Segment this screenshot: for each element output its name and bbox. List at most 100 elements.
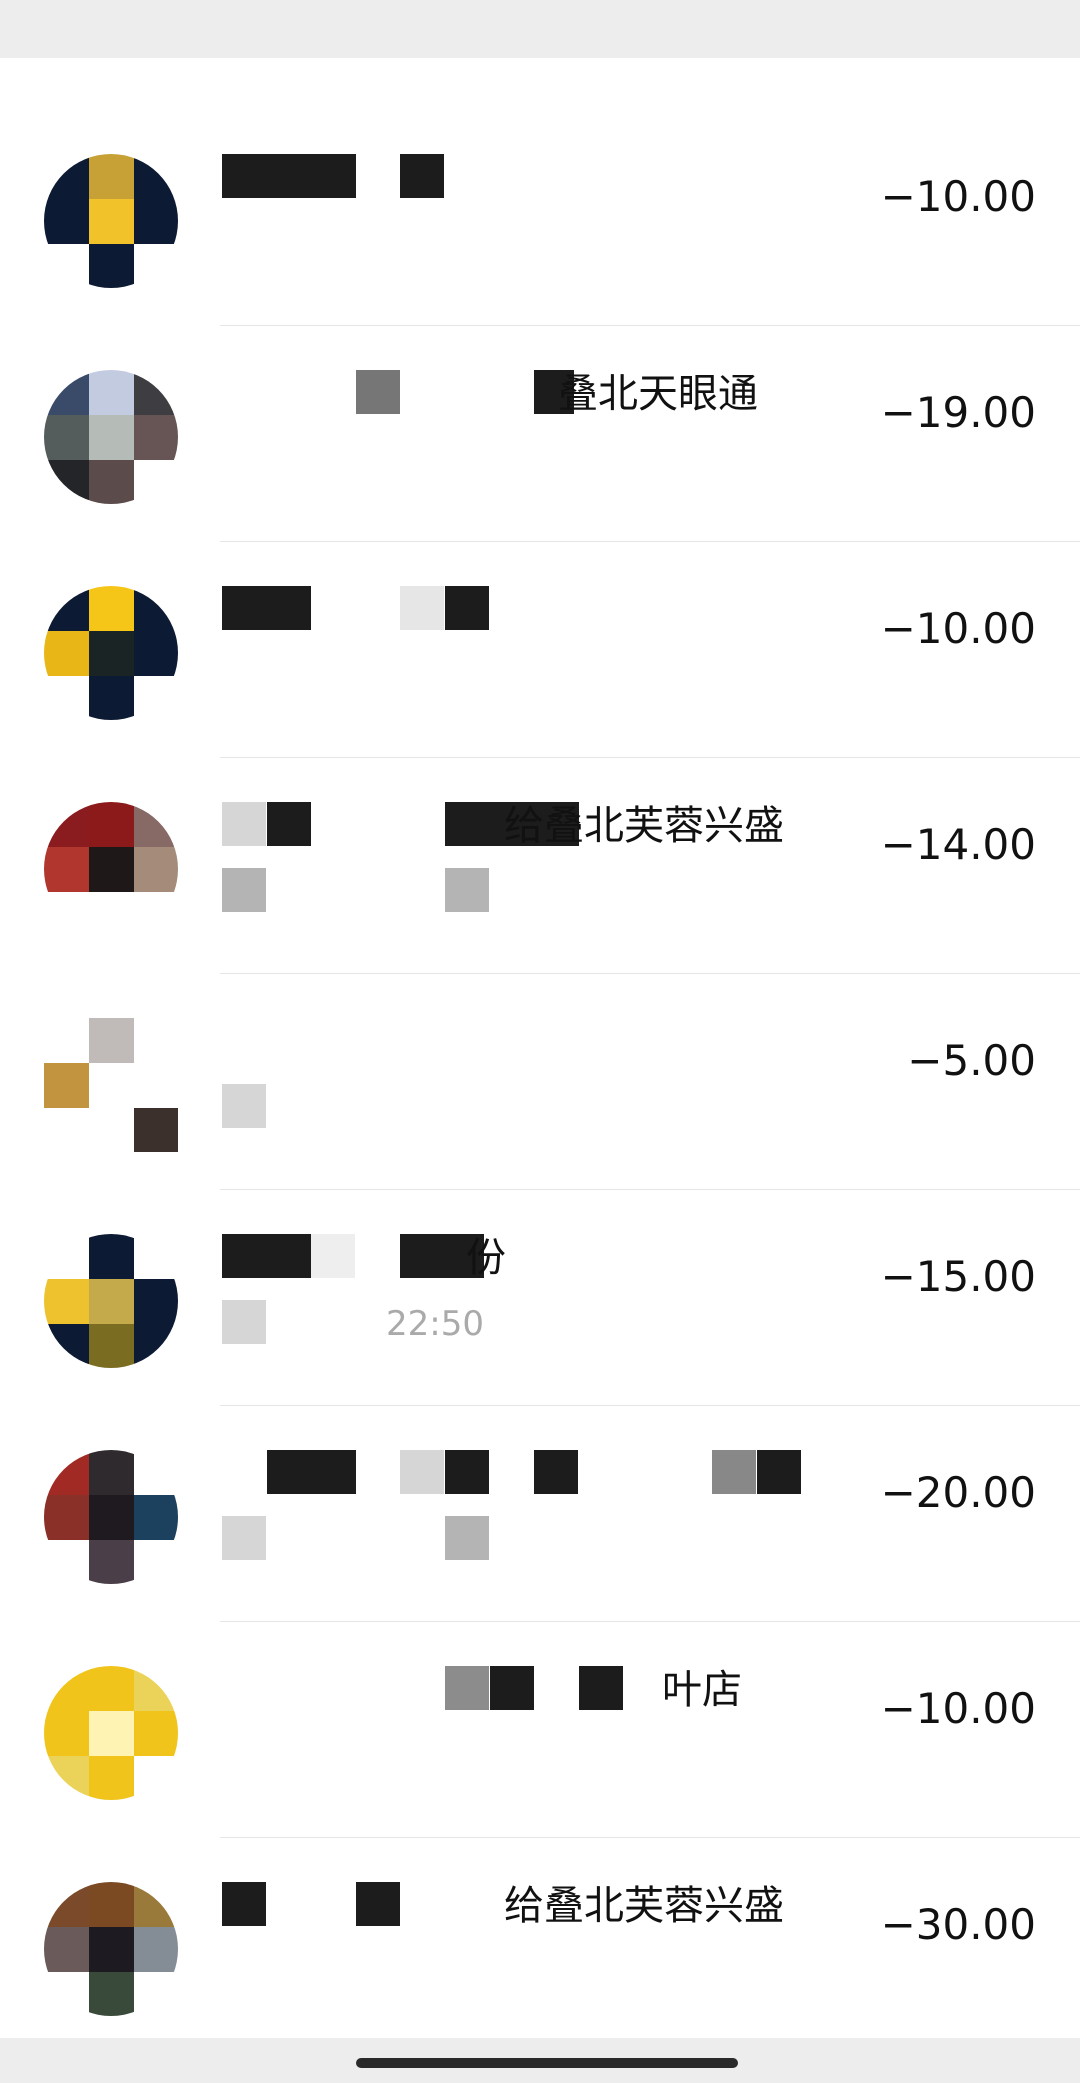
transaction-row[interactable]: 给叠北芙蓉兴盛 −30.00 — [0, 1838, 1080, 2054]
transaction-amount: −20.00 — [880, 1468, 1036, 1517]
merchant-avatar — [44, 154, 178, 288]
merchant-avatar — [44, 1450, 178, 1584]
avatar-pixel — [134, 892, 178, 936]
transaction-row[interactable]: −20.00 — [0, 1406, 1080, 1622]
redacted-block — [400, 586, 444, 630]
avatar-pixel — [89, 892, 134, 936]
transaction-row[interactable]: 叠北天眼通 −19.00 — [0, 326, 1080, 542]
merchant-avatar — [44, 1234, 178, 1368]
transaction-title-text: 份 — [466, 1235, 506, 1281]
transaction-subtitle — [222, 1084, 622, 1132]
avatar-pixel — [44, 1756, 89, 1800]
redacted-block — [356, 1882, 400, 1926]
avatar-pixel — [44, 1711, 89, 1756]
transaction-subtitle — [222, 868, 622, 916]
avatar-pixel — [134, 1882, 178, 1927]
redacted-block — [490, 1666, 534, 1710]
home-indicator[interactable] — [356, 2058, 738, 2068]
avatar-pixel — [44, 676, 89, 720]
transaction-title: 叶店 — [222, 1666, 822, 1714]
transaction-title — [222, 1450, 822, 1498]
avatar-pixel — [44, 1063, 89, 1108]
avatar-pixel — [89, 370, 134, 415]
transaction-title-text: 叠北天眼通 — [558, 371, 758, 417]
redacted-block — [267, 802, 311, 846]
transaction-list-screen: −10.00 叠北天眼通 −19.00 −10.00 给叠北芙蓉兴盛 −14.0… — [0, 0, 1080, 2083]
avatar-pixel — [89, 460, 134, 504]
avatar-pixel — [44, 1927, 89, 1972]
merchant-avatar — [44, 370, 178, 504]
avatar-pixel — [134, 1324, 178, 1368]
avatar-pixel — [134, 1279, 178, 1324]
avatar-pixel — [134, 631, 178, 676]
avatar-pixel — [134, 199, 178, 244]
avatar-pixel — [134, 1927, 178, 1972]
merchant-avatar — [44, 1882, 178, 2016]
avatar-pixel — [134, 154, 178, 199]
top-header-strip — [0, 0, 1080, 58]
redacted-block — [445, 868, 489, 912]
avatar-pixel — [89, 676, 134, 720]
avatar-pixel — [44, 154, 89, 199]
transaction-title — [222, 1018, 822, 1066]
avatar-pixel — [134, 244, 178, 288]
transaction-row[interactable]: −5.00 — [0, 974, 1080, 1190]
avatar-pixel — [44, 847, 89, 892]
avatar-pixel — [44, 199, 89, 244]
redacted-block — [222, 1516, 266, 1560]
transaction-amount: −19.00 — [880, 388, 1036, 437]
transaction-row[interactable]: 份 22:50 −15.00 — [0, 1190, 1080, 1406]
avatar-pixel — [89, 1324, 134, 1368]
transaction-title: 份 — [222, 1234, 822, 1282]
avatar-pixel — [89, 154, 134, 199]
transaction-title — [222, 154, 822, 202]
transaction-amount: −14.00 — [880, 820, 1036, 869]
avatar-pixel — [134, 676, 178, 720]
redacted-block — [222, 1300, 266, 1344]
transaction-row[interactable]: 叶店 −10.00 — [0, 1622, 1080, 1838]
merchant-avatar — [44, 802, 178, 936]
redacted-block — [712, 1450, 756, 1494]
merchant-avatar — [44, 1018, 178, 1152]
redacted-block — [222, 802, 266, 846]
transaction-row[interactable]: 给叠北芙蓉兴盛 −14.00 — [0, 758, 1080, 974]
avatar-pixel — [89, 847, 134, 892]
avatar-pixel — [44, 586, 89, 631]
transaction-title-text: 给叠北芙蓉兴盛 — [504, 803, 784, 849]
redacted-block — [222, 1882, 266, 1926]
avatar-pixel — [89, 1540, 134, 1584]
avatar-pixel — [44, 1450, 89, 1495]
transaction-subtitle — [222, 1516, 622, 1564]
avatar-pixel — [44, 802, 89, 847]
transaction-title — [222, 586, 822, 634]
avatar-pixel — [44, 1666, 89, 1711]
avatar-pixel — [89, 1666, 134, 1711]
redacted-block — [445, 1450, 489, 1494]
transaction-title: 叠北天眼通 — [222, 370, 822, 418]
avatar-pixel — [89, 1972, 134, 2016]
transaction-title: 给叠北芙蓉兴盛 — [222, 802, 822, 850]
transaction-amount: −30.00 — [880, 1900, 1036, 1949]
avatar-pixel — [89, 1927, 134, 1972]
avatar-pixel — [134, 1666, 178, 1711]
transaction-time: 22:50 — [386, 1304, 484, 1344]
redacted-block — [222, 868, 266, 912]
avatar-pixel — [44, 415, 89, 460]
avatar-pixel — [89, 631, 134, 676]
redacted-block — [222, 154, 356, 198]
transaction-row[interactable]: −10.00 — [0, 110, 1080, 326]
avatar-pixel — [89, 1882, 134, 1927]
transaction-row[interactable]: −10.00 — [0, 542, 1080, 758]
avatar-pixel — [134, 415, 178, 460]
transaction-subtitle: 22:50 — [222, 1300, 622, 1348]
avatar-pixel — [134, 1108, 178, 1152]
redacted-block — [445, 1666, 489, 1710]
transaction-title-text: 叶店 — [662, 1667, 742, 1713]
avatar-pixel — [134, 586, 178, 631]
redacted-block — [445, 1516, 489, 1560]
avatar-pixel — [134, 847, 178, 892]
merchant-avatar — [44, 586, 178, 720]
redacted-block — [356, 370, 400, 414]
avatar-pixel — [89, 1711, 134, 1756]
redacted-block — [267, 1450, 356, 1494]
